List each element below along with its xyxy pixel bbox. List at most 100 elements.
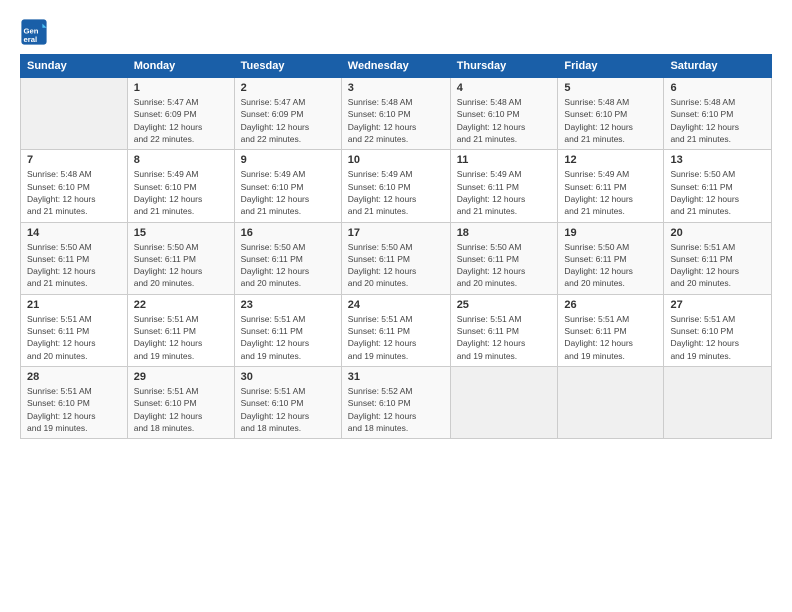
day-cell: 5 Sunrise: 5:48 AMSunset: 6:10 PMDaylight… (558, 78, 664, 150)
day-number: 18 (457, 227, 552, 239)
week-row-1: 1 Sunrise: 5:47 AMSunset: 6:09 PMDaylight… (21, 78, 772, 150)
day-number: 24 (348, 299, 444, 311)
day-detail: Sunrise: 5:48 AMSunset: 6:10 PMDaylight:… (457, 96, 552, 145)
day-number: 4 (457, 82, 552, 94)
day-detail: Sunrise: 5:47 AMSunset: 6:09 PMDaylight:… (134, 96, 228, 145)
day-cell: 7 Sunrise: 5:48 AMSunset: 6:10 PMDaylight… (21, 150, 128, 222)
day-detail: Sunrise: 5:49 AMSunset: 6:11 PMDaylight:… (564, 168, 657, 217)
day-detail: Sunrise: 5:52 AMSunset: 6:10 PMDaylight:… (348, 385, 444, 434)
day-number: 30 (241, 371, 335, 383)
day-cell: 30 Sunrise: 5:51 AMSunset: 6:10 PMDayligh… (234, 367, 341, 439)
day-number: 25 (457, 299, 552, 311)
day-number: 16 (241, 227, 335, 239)
day-cell: 18 Sunrise: 5:50 AMSunset: 6:11 PMDayligh… (450, 222, 558, 294)
week-row-5: 28 Sunrise: 5:51 AMSunset: 6:10 PMDayligh… (21, 367, 772, 439)
col-header-thursday: Thursday (450, 55, 558, 78)
day-cell: 2 Sunrise: 5:47 AMSunset: 6:09 PMDaylight… (234, 78, 341, 150)
calendar-table: SundayMondayTuesdayWednesdayThursdayFrid… (20, 54, 772, 439)
day-number: 12 (564, 154, 657, 166)
col-header-monday: Monday (127, 55, 234, 78)
day-cell (558, 367, 664, 439)
day-number: 23 (241, 299, 335, 311)
day-detail: Sunrise: 5:51 AMSunset: 6:11 PMDaylight:… (241, 313, 335, 362)
day-detail: Sunrise: 5:50 AMSunset: 6:11 PMDaylight:… (241, 241, 335, 290)
logo: Gen eral (20, 18, 52, 46)
day-cell (664, 367, 772, 439)
day-detail: Sunrise: 5:47 AMSunset: 6:09 PMDaylight:… (241, 96, 335, 145)
day-number: 7 (27, 154, 121, 166)
day-detail: Sunrise: 5:51 AMSunset: 6:11 PMDaylight:… (348, 313, 444, 362)
day-number: 3 (348, 82, 444, 94)
week-row-2: 7 Sunrise: 5:48 AMSunset: 6:10 PMDaylight… (21, 150, 772, 222)
day-number: 5 (564, 82, 657, 94)
day-detail: Sunrise: 5:48 AMSunset: 6:10 PMDaylight:… (670, 96, 765, 145)
day-number: 6 (670, 82, 765, 94)
day-cell: 15 Sunrise: 5:50 AMSunset: 6:11 PMDayligh… (127, 222, 234, 294)
day-detail: Sunrise: 5:51 AMSunset: 6:10 PMDaylight:… (670, 313, 765, 362)
day-cell: 20 Sunrise: 5:51 AMSunset: 6:11 PMDayligh… (664, 222, 772, 294)
day-detail: Sunrise: 5:49 AMSunset: 6:11 PMDaylight:… (457, 168, 552, 217)
day-number: 17 (348, 227, 444, 239)
day-cell: 19 Sunrise: 5:50 AMSunset: 6:11 PMDayligh… (558, 222, 664, 294)
day-number: 21 (27, 299, 121, 311)
week-row-3: 14 Sunrise: 5:50 AMSunset: 6:11 PMDayligh… (21, 222, 772, 294)
day-detail: Sunrise: 5:49 AMSunset: 6:10 PMDaylight:… (134, 168, 228, 217)
day-cell: 22 Sunrise: 5:51 AMSunset: 6:11 PMDayligh… (127, 294, 234, 366)
day-cell: 24 Sunrise: 5:51 AMSunset: 6:11 PMDayligh… (341, 294, 450, 366)
day-detail: Sunrise: 5:51 AMSunset: 6:10 PMDaylight:… (241, 385, 335, 434)
day-cell: 6 Sunrise: 5:48 AMSunset: 6:10 PMDaylight… (664, 78, 772, 150)
day-cell: 11 Sunrise: 5:49 AMSunset: 6:11 PMDayligh… (450, 150, 558, 222)
day-number: 8 (134, 154, 228, 166)
page-header: Gen eral (20, 18, 772, 46)
day-cell: 9Sunrise: 5:49 AMSunset: 6:10 PMDaylight… (234, 150, 341, 222)
day-number: 22 (134, 299, 228, 311)
day-detail: Sunrise: 5:50 AMSunset: 6:11 PMDaylight:… (134, 241, 228, 290)
day-cell: 17Sunrise: 5:50 AMSunset: 6:11 PMDayligh… (341, 222, 450, 294)
day-number: 11 (457, 154, 552, 166)
col-header-sunday: Sunday (21, 55, 128, 78)
day-number: 26 (564, 299, 657, 311)
day-detail: Sunrise: 5:50 AMSunset: 6:11 PMDaylight:… (27, 241, 121, 290)
day-detail: Sunrise: 5:51 AMSunset: 6:11 PMDaylight:… (27, 313, 121, 362)
day-cell: 12 Sunrise: 5:49 AMSunset: 6:11 PMDayligh… (558, 150, 664, 222)
day-cell: 23 Sunrise: 5:51 AMSunset: 6:11 PMDayligh… (234, 294, 341, 366)
day-detail: Sunrise: 5:51 AMSunset: 6:11 PMDaylight:… (457, 313, 552, 362)
day-number: 9 (241, 154, 335, 166)
day-number: 15 (134, 227, 228, 239)
day-detail: Sunrise: 5:51 AMSunset: 6:10 PMDaylight:… (134, 385, 228, 434)
col-header-tuesday: Tuesday (234, 55, 341, 78)
day-cell: 25 Sunrise: 5:51 AMSunset: 6:11 PMDayligh… (450, 294, 558, 366)
day-cell: 27 Sunrise: 5:51 AMSunset: 6:10 PMDayligh… (664, 294, 772, 366)
day-detail: Sunrise: 5:49 AMSunset: 6:10 PMDaylight:… (348, 168, 444, 217)
day-detail: Sunrise: 5:48 AMSunset: 6:10 PMDaylight:… (564, 96, 657, 145)
day-cell: 21 Sunrise: 5:51 AMSunset: 6:11 PMDayligh… (21, 294, 128, 366)
day-number: 14 (27, 227, 121, 239)
day-detail: Sunrise: 5:48 AMSunset: 6:10 PMDaylight:… (27, 168, 121, 217)
day-number: 27 (670, 299, 765, 311)
day-detail: Sunrise: 5:50 AMSunset: 6:11 PMDaylight:… (457, 241, 552, 290)
day-detail: Sunrise: 5:51 AMSunset: 6:10 PMDaylight:… (27, 385, 121, 434)
day-number: 1 (134, 82, 228, 94)
day-number: 20 (670, 227, 765, 239)
day-cell (21, 78, 128, 150)
col-header-wednesday: Wednesday (341, 55, 450, 78)
day-number: 19 (564, 227, 657, 239)
day-detail: Sunrise: 5:51 AMSunset: 6:11 PMDaylight:… (670, 241, 765, 290)
day-cell: 29 Sunrise: 5:51 AMSunset: 6:10 PMDayligh… (127, 367, 234, 439)
day-detail: Sunrise: 5:51 AMSunset: 6:11 PMDaylight:… (564, 313, 657, 362)
day-number: 13 (670, 154, 765, 166)
day-cell: 1 Sunrise: 5:47 AMSunset: 6:09 PMDaylight… (127, 78, 234, 150)
day-detail: Sunrise: 5:51 AMSunset: 6:11 PMDaylight:… (134, 313, 228, 362)
day-number: 29 (134, 371, 228, 383)
day-cell: 10 Sunrise: 5:49 AMSunset: 6:10 PMDayligh… (341, 150, 450, 222)
day-number: 31 (348, 371, 444, 383)
week-row-4: 21 Sunrise: 5:51 AMSunset: 6:11 PMDayligh… (21, 294, 772, 366)
day-cell (450, 367, 558, 439)
svg-text:Gen: Gen (24, 26, 39, 35)
day-detail: Sunrise: 5:50 AMSunset: 6:11 PMDaylight:… (564, 241, 657, 290)
day-cell: 3Sunrise: 5:48 AMSunset: 6:10 PMDaylight… (341, 78, 450, 150)
day-number: 2 (241, 82, 335, 94)
day-number: 10 (348, 154, 444, 166)
day-cell: 16 Sunrise: 5:50 AMSunset: 6:11 PMDayligh… (234, 222, 341, 294)
day-number: 28 (27, 371, 121, 383)
